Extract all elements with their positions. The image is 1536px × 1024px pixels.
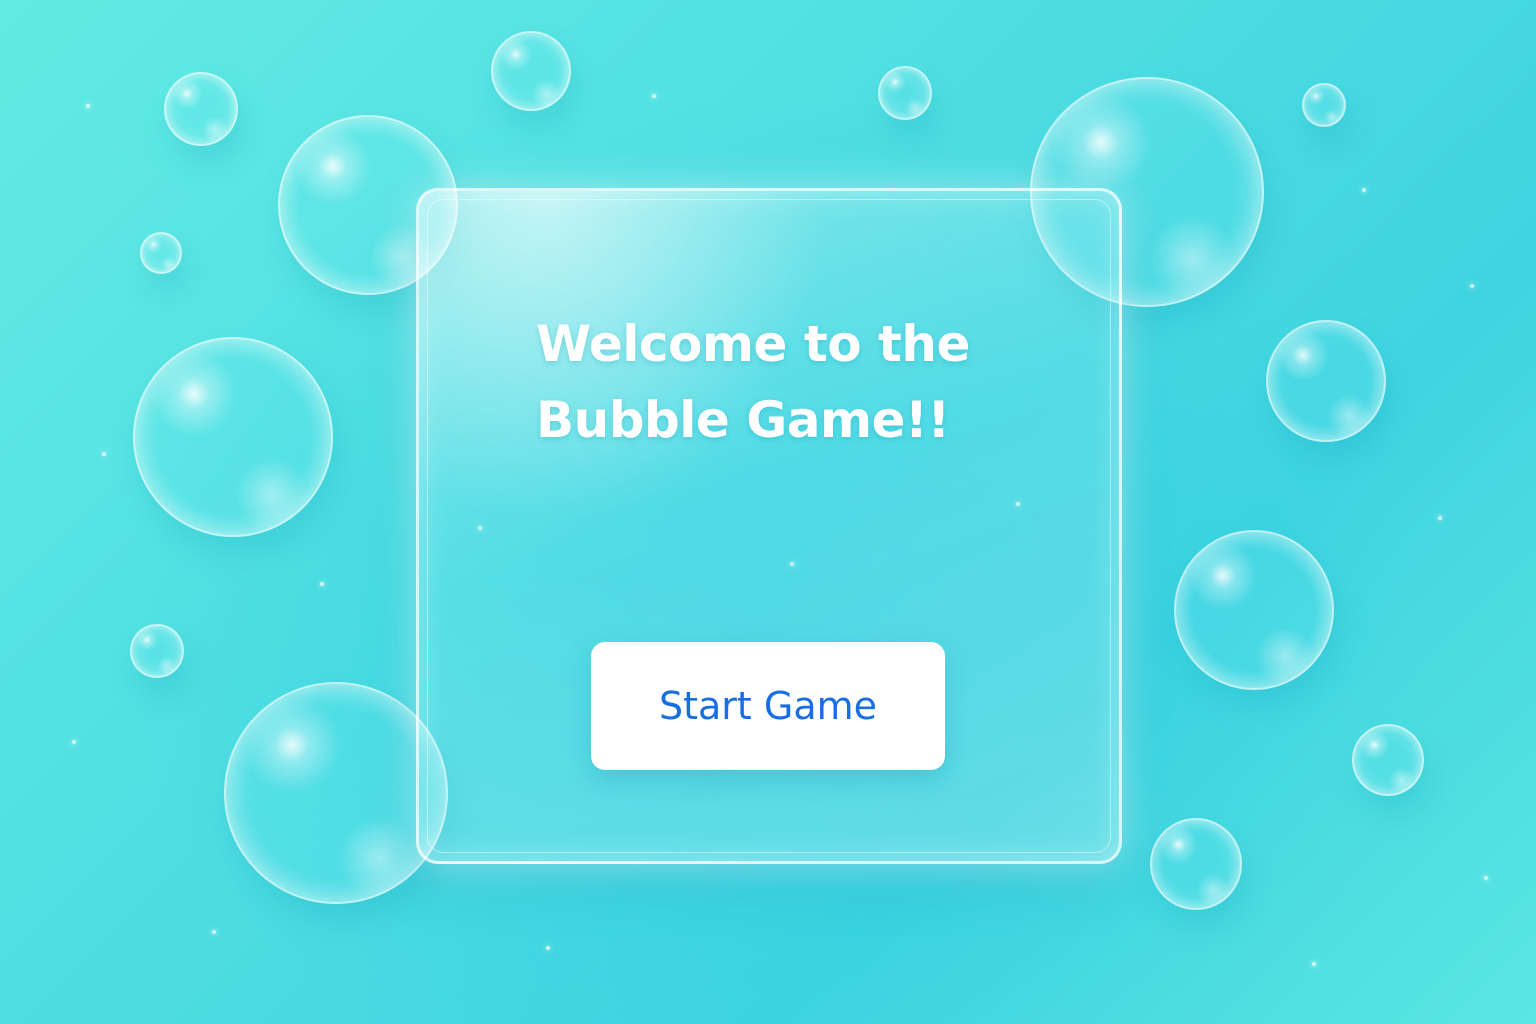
sparkle (102, 452, 106, 456)
bubble (1352, 724, 1424, 796)
bubble (491, 31, 571, 111)
welcome-title-line-2: Bubble Game!! (536, 391, 950, 449)
welcome-title: Welcome to the Bubble Game!! (536, 306, 1056, 458)
sparkle (1362, 188, 1366, 192)
bubble (1302, 83, 1346, 127)
sparkle (1312, 962, 1316, 966)
bubble (164, 72, 238, 146)
sparkle (1470, 284, 1474, 288)
bubble (224, 682, 448, 904)
sparkle (320, 582, 324, 586)
sparkle (72, 740, 76, 744)
start-game-button[interactable]: Start Game (591, 642, 945, 770)
sparkle (212, 930, 216, 934)
sparkle (652, 94, 656, 98)
sparkle (546, 946, 550, 950)
game-scene: Welcome to the Bubble Game!! Start Game (0, 0, 1536, 1024)
bubble (140, 232, 182, 274)
bubble (878, 66, 932, 120)
bubble (1174, 530, 1334, 690)
bubble (133, 337, 333, 537)
sparkle (86, 104, 90, 108)
sparkle (1438, 516, 1442, 520)
welcome-title-line-1: Welcome to the (536, 315, 970, 373)
bubble (1150, 818, 1242, 910)
sparkle (1484, 876, 1488, 880)
bubble (130, 624, 184, 678)
bubble (1266, 320, 1386, 442)
